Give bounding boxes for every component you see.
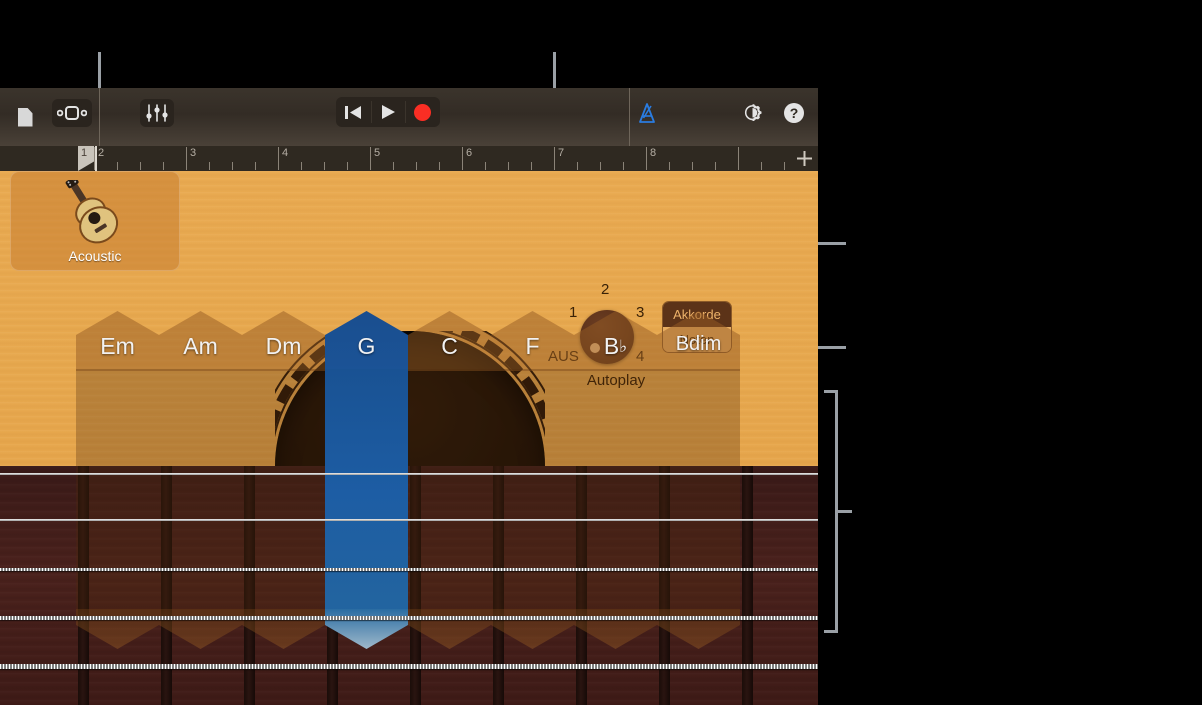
ruler-bar-5: 5 xyxy=(374,147,380,159)
chord-label: Bdim xyxy=(657,333,740,356)
chord-strip-tip xyxy=(76,609,159,649)
smart-guitar-panel: Acoustic 1 2 3 4 AUS Autoplay Akkorde No… xyxy=(0,171,818,705)
ruler-bar-2: 2 xyxy=(98,147,104,159)
garageband-window: ? xyxy=(0,88,818,705)
chord-strip-body xyxy=(574,369,657,619)
guitar-string-5[interactable] xyxy=(0,664,818,669)
toolbar-divider-left xyxy=(99,88,100,146)
help-question-icon: ? xyxy=(783,102,805,124)
strings-bracket-stub xyxy=(836,510,852,513)
transport-controls xyxy=(336,97,440,127)
rewind-to-start-icon xyxy=(345,105,362,120)
ruler-bar-6: 6 xyxy=(466,147,472,159)
chord-strip-body xyxy=(491,369,574,619)
chord-strip-body xyxy=(159,369,242,619)
play-button[interactable] xyxy=(371,97,406,127)
metronome-button[interactable] xyxy=(632,99,662,127)
chord-strip-body xyxy=(408,369,491,619)
play-icon xyxy=(381,104,396,120)
chord-strip-tip xyxy=(408,609,491,649)
chord-strip-tip xyxy=(159,609,242,649)
mixer-sliders-icon xyxy=(146,104,168,122)
mixer-button[interactable] xyxy=(140,99,174,127)
ruler-bar-3: 3 xyxy=(190,147,196,159)
guitar-string-3[interactable] xyxy=(0,568,818,571)
record-button[interactable] xyxy=(405,97,440,127)
screenshot-root: ? xyxy=(0,0,1202,705)
chord-label: Dm xyxy=(242,333,325,360)
gear-icon xyxy=(741,102,764,125)
flat-symbol: ♭ xyxy=(619,337,627,356)
chord-label: F xyxy=(491,333,574,360)
help-button[interactable]: ? xyxy=(779,98,809,128)
document-icon xyxy=(18,108,33,127)
track-view-icon xyxy=(57,105,87,121)
chord-strip-body xyxy=(76,369,159,619)
playhead-position: 1 xyxy=(81,147,87,159)
chord-strip-tip xyxy=(242,609,325,649)
guitar-string-2[interactable] xyxy=(0,519,818,521)
chord-strip-body xyxy=(325,369,408,619)
chord-root: B xyxy=(604,333,619,359)
toolbar: ? xyxy=(0,88,818,146)
chord-label: B♭ xyxy=(574,333,657,360)
chord-label: C xyxy=(408,333,491,360)
chord-label: G xyxy=(325,333,408,360)
chord-strip-tip xyxy=(491,609,574,649)
plus-icon xyxy=(795,149,814,168)
playhead-line xyxy=(95,146,97,171)
chord-strip-tip xyxy=(574,609,657,649)
chord-strip-body xyxy=(657,369,740,619)
settings-button[interactable] xyxy=(737,98,767,128)
chord-strip-tip xyxy=(325,609,408,649)
rewind-button[interactable] xyxy=(336,97,371,127)
metronome-icon xyxy=(636,102,658,124)
chord-strips: Em Am Dm G xyxy=(0,171,818,705)
record-icon xyxy=(414,104,431,121)
ruler-bar-7: 7 xyxy=(558,147,564,159)
guitar-string-4[interactable] xyxy=(0,616,818,620)
timeline-ruler[interactable]: 2 3 4 5 6 7 8 1 xyxy=(0,146,818,171)
chord-strip-body xyxy=(242,369,325,619)
chord-label: Em xyxy=(76,333,159,360)
guitar-string-1[interactable] xyxy=(0,473,818,475)
ruler-bar-4: 4 xyxy=(282,147,288,159)
chord-label: Am xyxy=(159,333,242,360)
chord-strip-tip xyxy=(657,609,740,649)
add-track-button[interactable] xyxy=(795,149,814,168)
toolbar-divider-right xyxy=(629,88,630,146)
ruler-bar-8: 8 xyxy=(650,147,656,159)
document-button[interactable] xyxy=(12,101,38,133)
svg-text:?: ? xyxy=(790,105,799,121)
track-view-button[interactable] xyxy=(52,99,92,127)
